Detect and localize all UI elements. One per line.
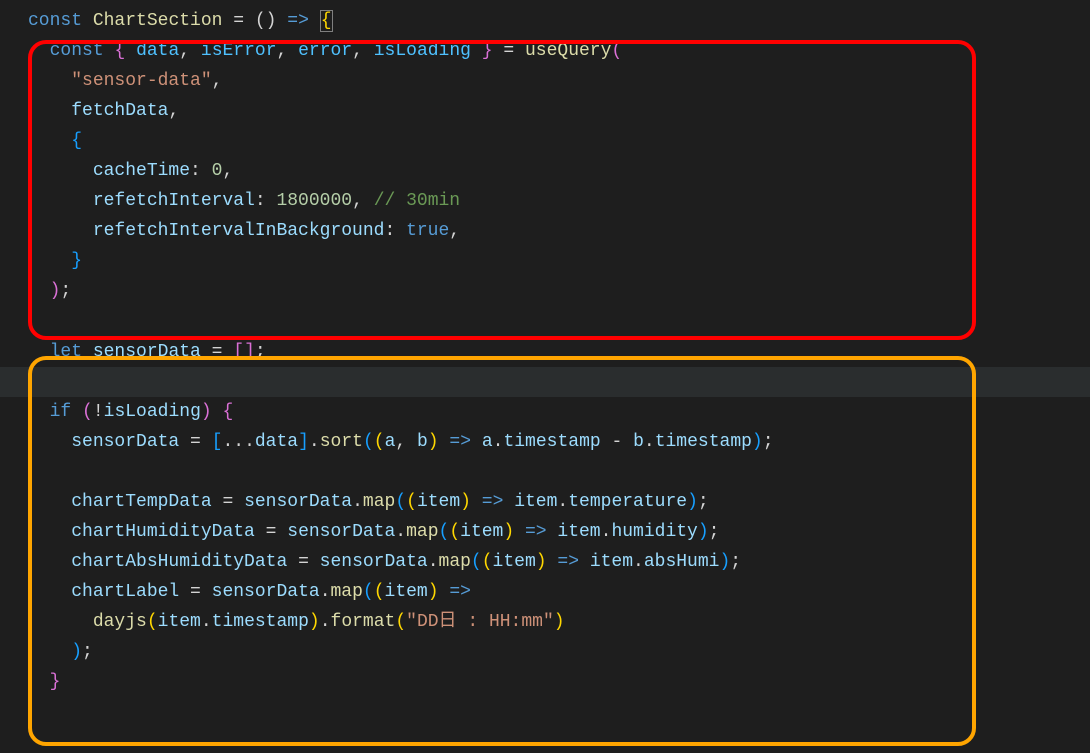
arrow: => <box>287 11 309 31</box>
code-line: let sensorData = []; <box>28 337 1090 367</box>
code-line: cacheTime: 0, <box>28 156 1090 186</box>
code-line: sensorData = [...data].sort((a, b) => a.… <box>28 427 1090 457</box>
code-line-blank <box>28 306 1090 336</box>
number: 0 <box>212 161 223 181</box>
code-line: chartHumidityData = sensorData.map((item… <box>28 517 1090 547</box>
code-line: ); <box>28 637 1090 667</box>
identifier: chartAbsHumidityData <box>71 552 287 572</box>
code-line: const { data, isError, error, isLoading … <box>28 36 1090 66</box>
code-line: dayjs(item.timestamp).format("DD日 : HH:m… <box>28 607 1090 637</box>
var: data <box>136 41 179 61</box>
fn-call: map <box>331 582 363 602</box>
keyword-const: const <box>28 11 82 31</box>
var: isError <box>201 41 277 61</box>
fn-call: sort <box>320 432 363 452</box>
code-line: { <box>28 126 1090 156</box>
fn-call: format <box>331 612 396 632</box>
prop: refetchInterval <box>93 191 255 211</box>
code-line: chartLabel = sensorData.map((item) => <box>28 577 1090 607</box>
identifier: isLoading <box>104 402 201 422</box>
punct <box>309 11 320 31</box>
identifier: chartLabel <box>71 582 179 602</box>
code-line: fetchData, <box>28 96 1090 126</box>
var: isLoading <box>374 41 471 61</box>
prop: refetchIntervalInBackground <box>93 221 385 241</box>
fn-call: dayjs <box>93 612 147 632</box>
var: error <box>298 41 352 61</box>
identifier: sensorData <box>93 342 201 362</box>
paren: ( <box>611 41 622 61</box>
identifier: chartTempData <box>71 492 211 512</box>
number: 1800000 <box>276 191 352 211</box>
code-line: const ChartSection = () => { <box>28 6 1090 36</box>
prop: cacheTime <box>93 161 190 181</box>
identifier: fetchData <box>71 101 168 121</box>
identifier: ChartSection <box>93 11 223 31</box>
code-line: } <box>28 667 1090 697</box>
brace: } <box>71 251 82 271</box>
code-line: chartTempData = sensorData.map((item) =>… <box>28 487 1090 517</box>
keyword-let: let <box>50 342 82 362</box>
fn-call: map <box>406 522 438 542</box>
code-line-blank <box>0 367 1090 397</box>
brace-open: { <box>320 10 333 32</box>
code-line: ); <box>28 276 1090 306</box>
fn-call: map <box>363 492 395 512</box>
comment: // 30min <box>363 191 460 211</box>
code-line: refetchIntervalInBackground: true, <box>28 216 1090 246</box>
paren: ) <box>71 642 82 662</box>
brace: } <box>482 41 493 61</box>
paren: ) <box>50 281 61 301</box>
string: "DD日 : HH:mm" <box>406 612 554 632</box>
fn-call: useQuery <box>525 41 611 61</box>
identifier: data <box>255 432 298 452</box>
punct: = () <box>222 11 287 31</box>
identifier: chartHumidityData <box>71 522 255 542</box>
code-line: if (!isLoading) { <box>28 397 1090 427</box>
brace: } <box>50 672 61 692</box>
code-line-blank <box>28 457 1090 487</box>
brace: { <box>114 41 125 61</box>
bool: true <box>406 221 449 241</box>
code-line: } <box>28 246 1090 276</box>
fn-call: map <box>439 552 471 572</box>
code-editor[interactable]: const ChartSection = () => { const { dat… <box>0 0 1090 753</box>
code-line: "sensor-data", <box>28 66 1090 96</box>
identifier: sensorData <box>71 432 179 452</box>
brace: { <box>71 131 82 151</box>
string: "sensor-data" <box>71 71 211 91</box>
code-line: refetchInterval: 1800000, // 30min <box>28 186 1090 216</box>
keyword-const: const <box>50 41 104 61</box>
keyword-if: if <box>50 402 72 422</box>
code-line: chartAbsHumidityData = sensorData.map((i… <box>28 547 1090 577</box>
